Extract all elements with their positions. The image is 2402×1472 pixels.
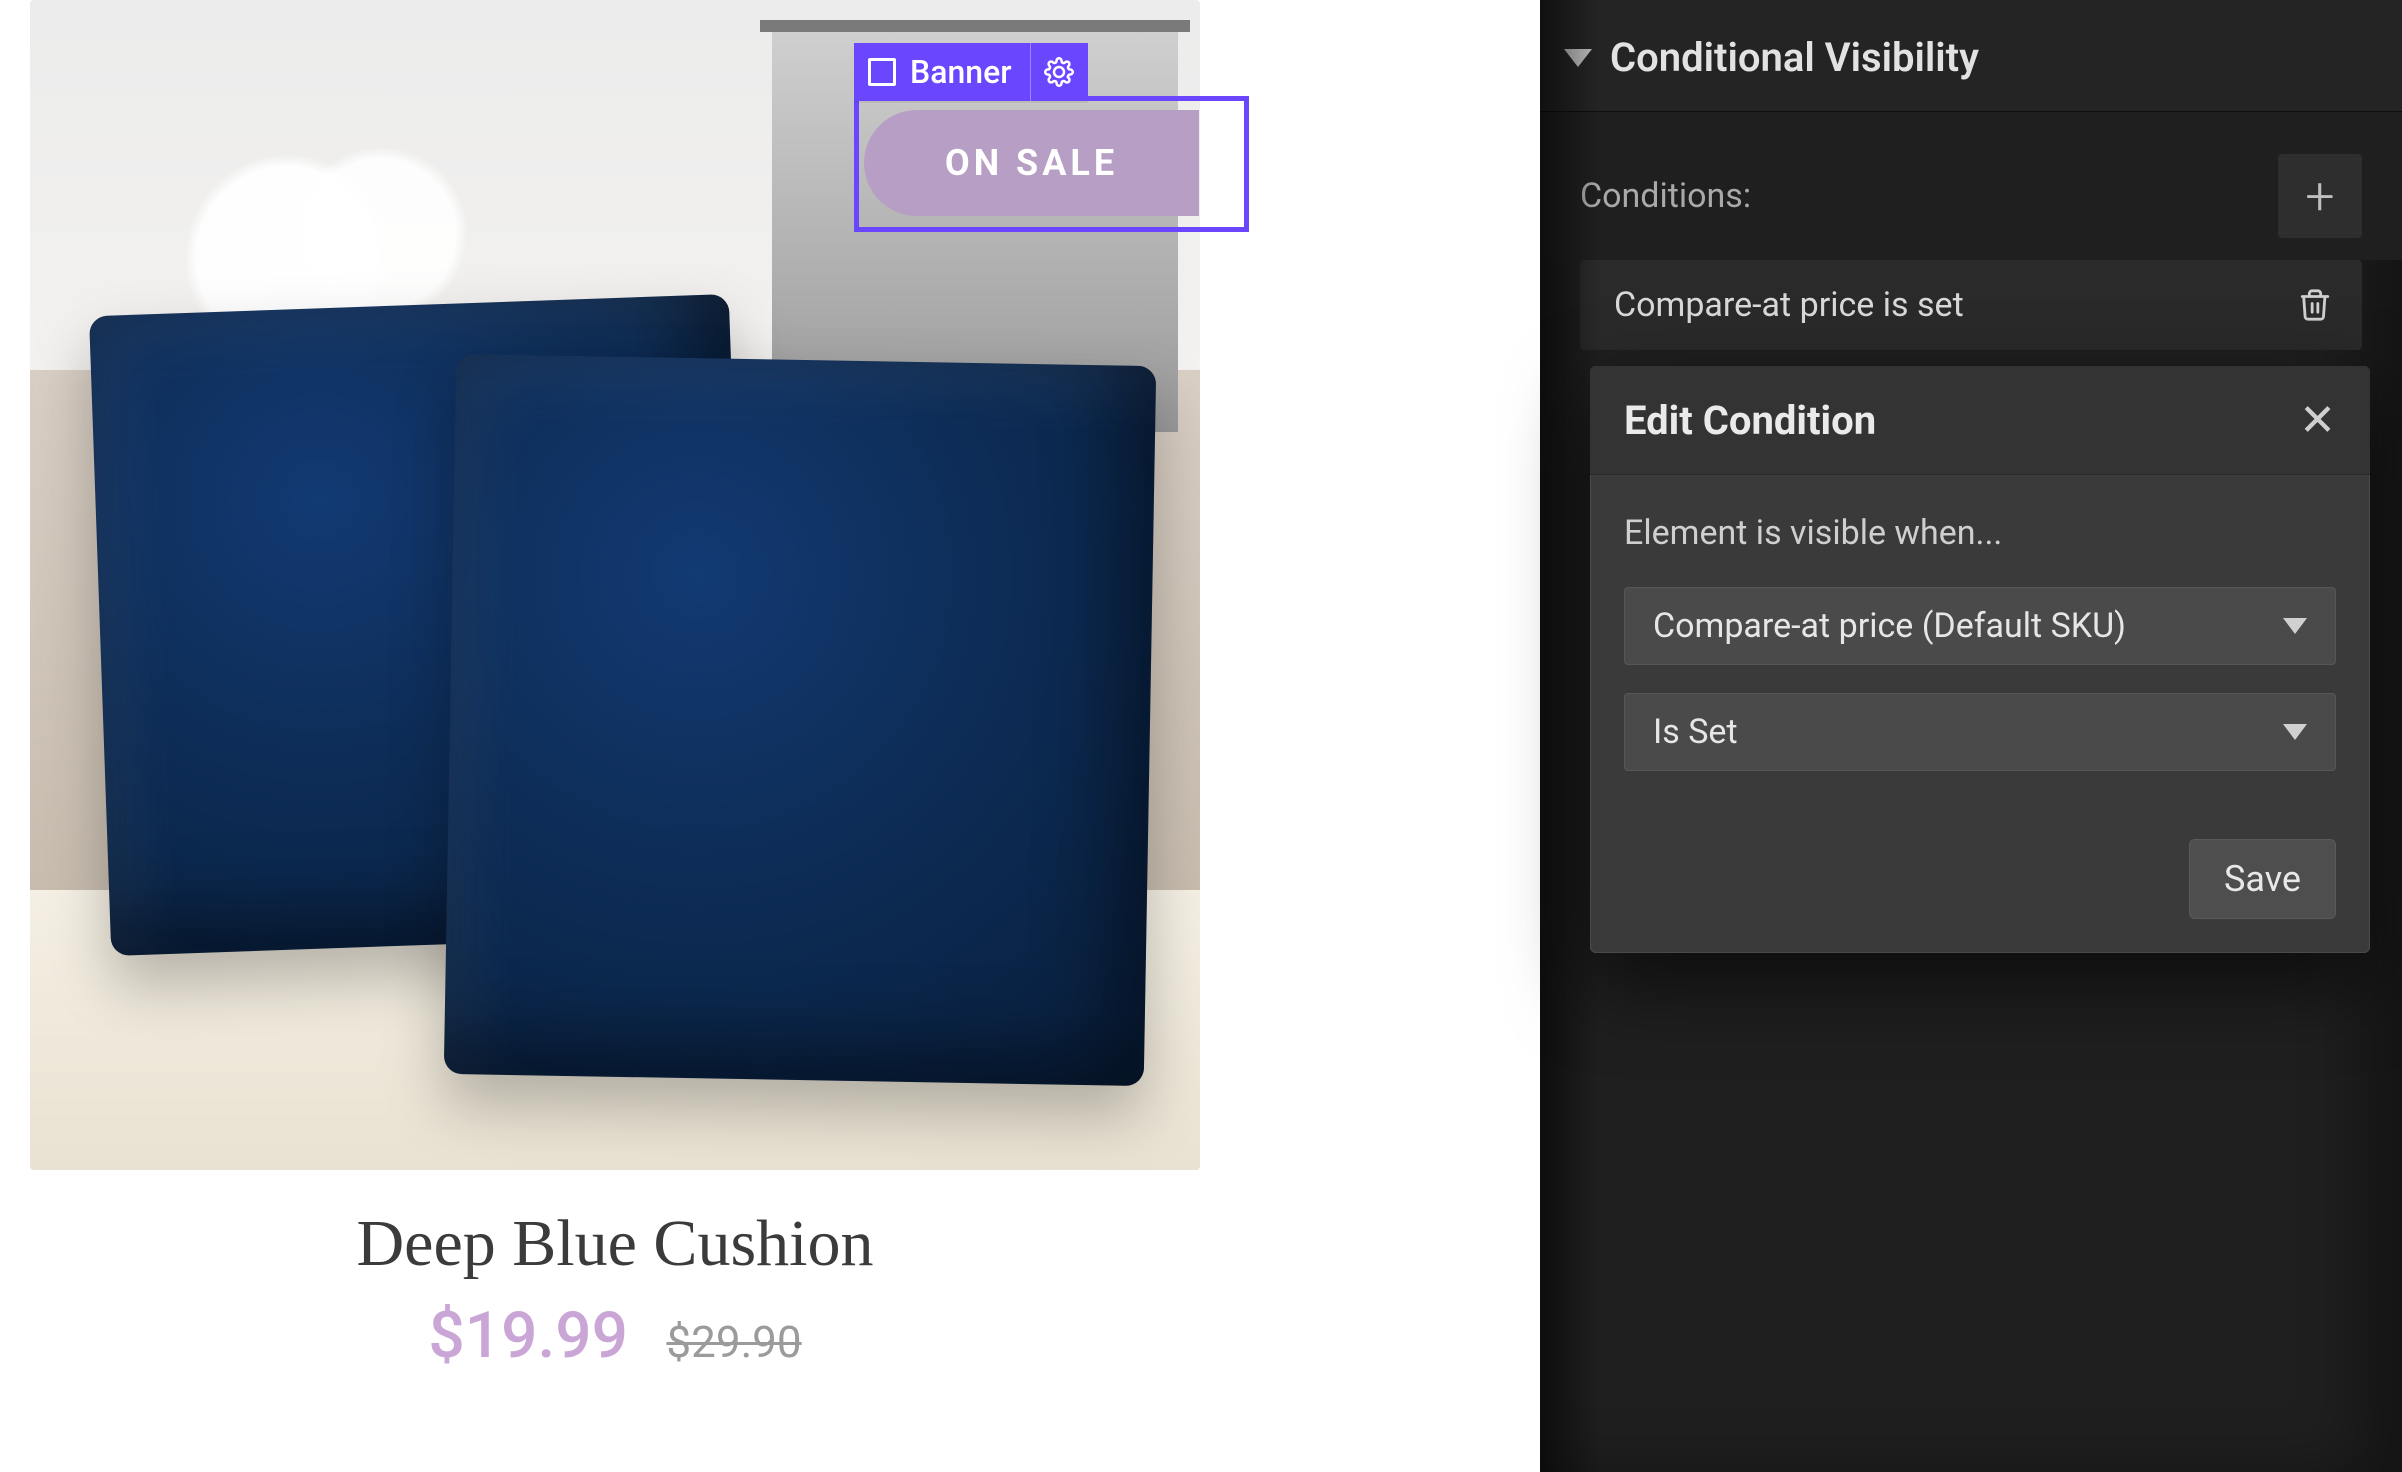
close-icon: ✕ <box>2299 394 2336 446</box>
chevron-down-icon <box>1564 49 1592 67</box>
popover-title: Edit Condition <box>1624 397 1876 444</box>
chevron-down-icon <box>2283 724 2307 740</box>
popover-hint: Element is visible when... <box>1624 513 2336 553</box>
condition-field-value: Compare-at price (Default SKU) <box>1653 606 2126 646</box>
condition-row[interactable]: Compare-at price is set <box>1580 260 2362 350</box>
selection-label-text: Banner <box>910 53 1012 91</box>
chevron-down-icon <box>2283 618 2307 634</box>
condition-field-select[interactable]: Compare-at price (Default SKU) <box>1624 587 2336 665</box>
price-row: $19.99 $29.90 <box>30 1298 1200 1373</box>
product-card: ON SALE Banner Deep Blue Cushion $19.99 … <box>30 0 1200 1373</box>
add-condition-button[interactable]: + <box>2278 154 2362 238</box>
selection-label[interactable]: Banner <box>854 43 1088 101</box>
save-button[interactable]: Save <box>2189 839 2336 919</box>
settings-panel: Conditional Visibility Conditions: + Com… <box>1540 0 2402 1472</box>
condition-operator-value: Is Set <box>1653 712 1738 752</box>
condition-operator-select[interactable]: Is Set <box>1624 693 2336 771</box>
trash-icon <box>2298 286 2332 324</box>
plus-icon: + <box>2305 166 2334 227</box>
close-popover-button[interactable]: ✕ <box>2299 394 2336 446</box>
section-conditional-visibility[interactable]: Conditional Visibility <box>1540 0 2402 112</box>
conditions-label: Conditions: <box>1580 176 1751 216</box>
delete-condition-button[interactable] <box>2298 286 2332 324</box>
section-title: Conditional Visibility <box>1610 34 1979 81</box>
product-price: $19.99 <box>428 1298 628 1373</box>
selection-outline <box>854 96 1249 232</box>
cushion-front <box>444 354 1156 1086</box>
condition-row-label: Compare-at price is set <box>1614 285 1964 325</box>
element-settings-button[interactable] <box>1030 43 1088 101</box>
element-type-icon <box>868 58 896 86</box>
product-title: Deep Blue Cushion <box>30 1206 1200 1282</box>
gear-icon <box>1044 57 1074 87</box>
design-canvas[interactable]: ON SALE Banner Deep Blue Cushion $19.99 … <box>0 0 1540 1472</box>
edit-condition-popover: Edit Condition ✕ Element is visible when… <box>1590 366 2370 953</box>
product-compare-price: $29.90 <box>666 1316 801 1368</box>
